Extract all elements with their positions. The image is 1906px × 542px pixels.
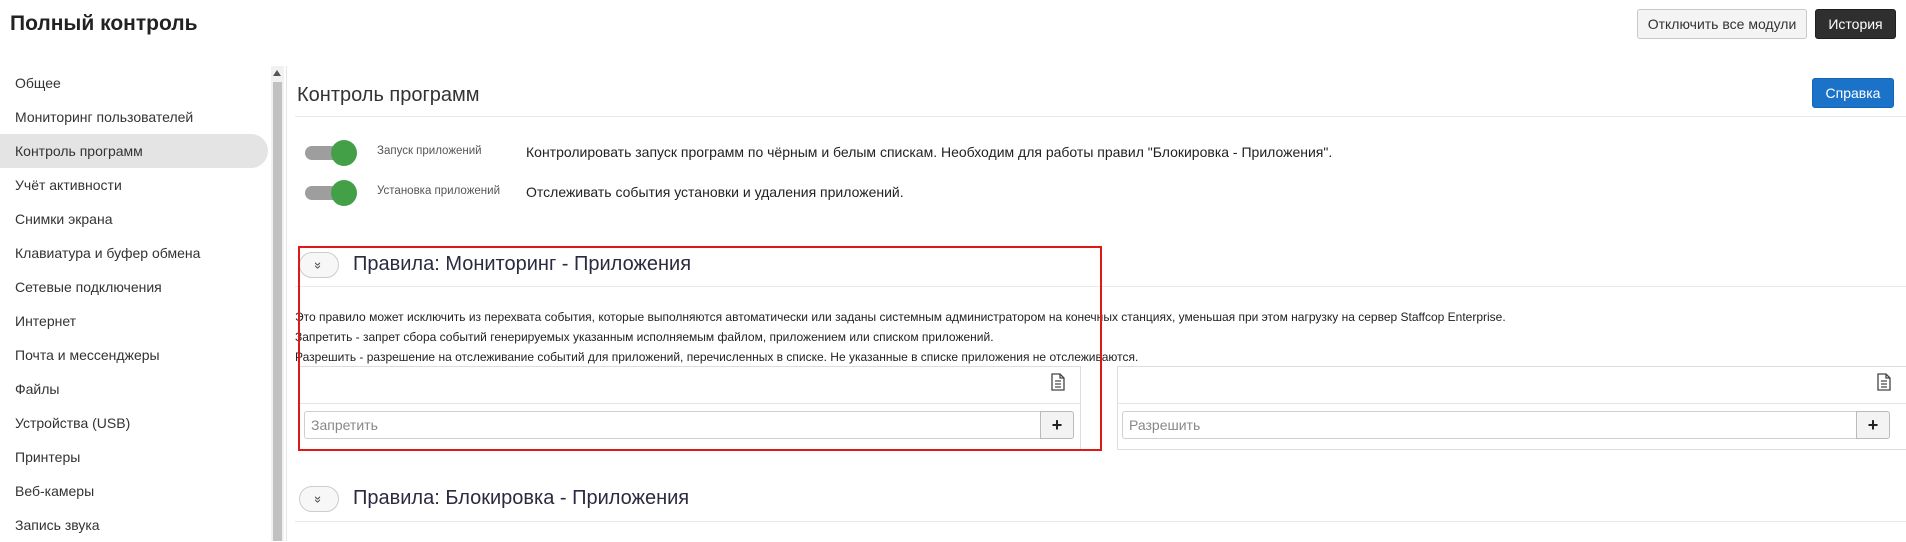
sidebar-item-files[interactable]: Файлы [0,372,270,406]
sidebar-item-network[interactable]: Сетевые подключения [0,270,270,304]
blocking-rules-title: Правила: Блокировка - Приложения [353,487,690,509]
disable-all-modules-button[interactable]: Отключить все модули [1637,9,1807,39]
collapse-blocking-button[interactable]: » [299,486,339,512]
sidebar-item-user-monitoring[interactable]: Мониторинг пользователей [0,100,270,134]
sidebar-item-internet[interactable]: Интернет [0,304,270,338]
history-button[interactable]: История [1815,9,1896,39]
sidebar-item-usb-devices[interactable]: Устройства (USB) [0,406,270,440]
sidebar-item-activity[interactable]: Учёт активности [0,168,270,202]
app-install-description: Отслеживать события установки и удаления… [526,184,904,200]
add-allow-button[interactable]: + [1856,411,1890,439]
sidebar-item-general[interactable]: Общее [0,66,270,100]
sidebar-item-sound-recording[interactable]: Запись звука [0,508,270,542]
double-chevron-down-icon: » [311,495,327,503]
app-install-toggle[interactable] [305,180,357,206]
plus-icon: + [1867,414,1879,435]
highlight-box [298,246,1102,451]
page-title: Полный контроль [10,12,198,35]
allow-panel: + [1117,366,1906,450]
divider [295,521,1906,522]
divider [295,116,1906,117]
section-title: Контроль программ [297,84,480,106]
sidebar-item-keyboard-clipboard[interactable]: Клавиатура и буфер обмена [0,236,270,270]
sidebar: Общее Мониторинг пользователей Контроль … [0,66,270,542]
app-launch-toggle[interactable] [305,140,357,166]
sidebar-item-program-control[interactable]: Контроль программ [0,134,268,168]
scrollbar-thumb[interactable] [273,82,282,541]
app-install-toggle-label: Установка приложений [377,185,500,197]
sidebar-item-webcams[interactable]: Веб-камеры [0,474,270,508]
allow-input[interactable] [1122,411,1856,439]
app-launch-description: Контролировать запуск программ по чёрным… [526,144,1333,160]
sidebar-item-mail-messengers[interactable]: Почта и мессенджеры [0,338,270,372]
scroll-up-icon[interactable] [273,70,281,76]
sidebar-item-screenshots[interactable]: Снимки экрана [0,202,270,236]
sidebar-item-printers[interactable]: Принтеры [0,440,270,474]
help-button[interactable]: Справка [1812,78,1894,108]
sidebar-scrollbar[interactable] [271,66,284,541]
document-icon[interactable] [1876,373,1892,391]
app-launch-toggle-label: Запуск приложений [377,145,482,157]
